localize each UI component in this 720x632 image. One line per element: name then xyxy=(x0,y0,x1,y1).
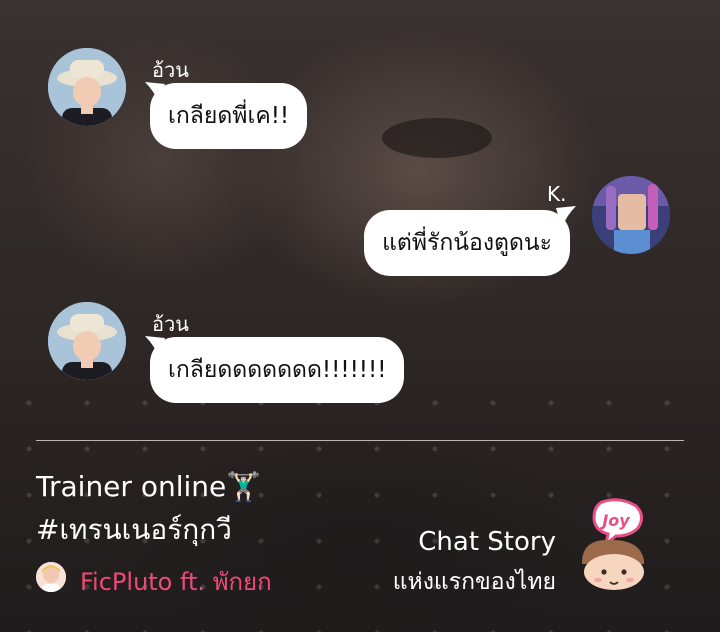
author-avatar xyxy=(36,562,66,592)
avatar-sender-1[interactable] xyxy=(48,48,126,126)
sender-name: K. xyxy=(547,182,567,206)
story-title[interactable]: Trainer online🏋🏻‍♂ xyxy=(36,470,261,503)
author-avatar-icon xyxy=(36,562,66,592)
joy-mascot-logo: Joy xyxy=(582,498,644,590)
brand-title: Chat Story xyxy=(418,527,556,557)
person-with-hat-icon xyxy=(48,302,126,380)
message-bubble[interactable]: เกลียดดดดดดด!!!!!!! xyxy=(150,337,405,403)
message-bubble[interactable]: แต่พี่รักน้องตูดนะ xyxy=(364,210,570,276)
author-name[interactable]: FicPluto ft. พักยก xyxy=(80,562,272,601)
avatar-sender-2[interactable] xyxy=(592,176,670,254)
avatar-sender-1[interactable] xyxy=(48,302,126,380)
joy-logo-text: Joy xyxy=(599,511,630,530)
person-icon xyxy=(592,176,670,254)
story-hashtag[interactable]: #เทรนเนอร์กุกวี xyxy=(36,508,232,552)
background-shadow xyxy=(382,118,492,158)
brand-subtitle: แห่งแรกของไทย xyxy=(392,569,556,595)
person-with-hat-icon xyxy=(48,48,126,126)
message-bubble[interactable]: เกลียดพี่เค!! xyxy=(150,83,308,149)
divider xyxy=(36,440,684,441)
